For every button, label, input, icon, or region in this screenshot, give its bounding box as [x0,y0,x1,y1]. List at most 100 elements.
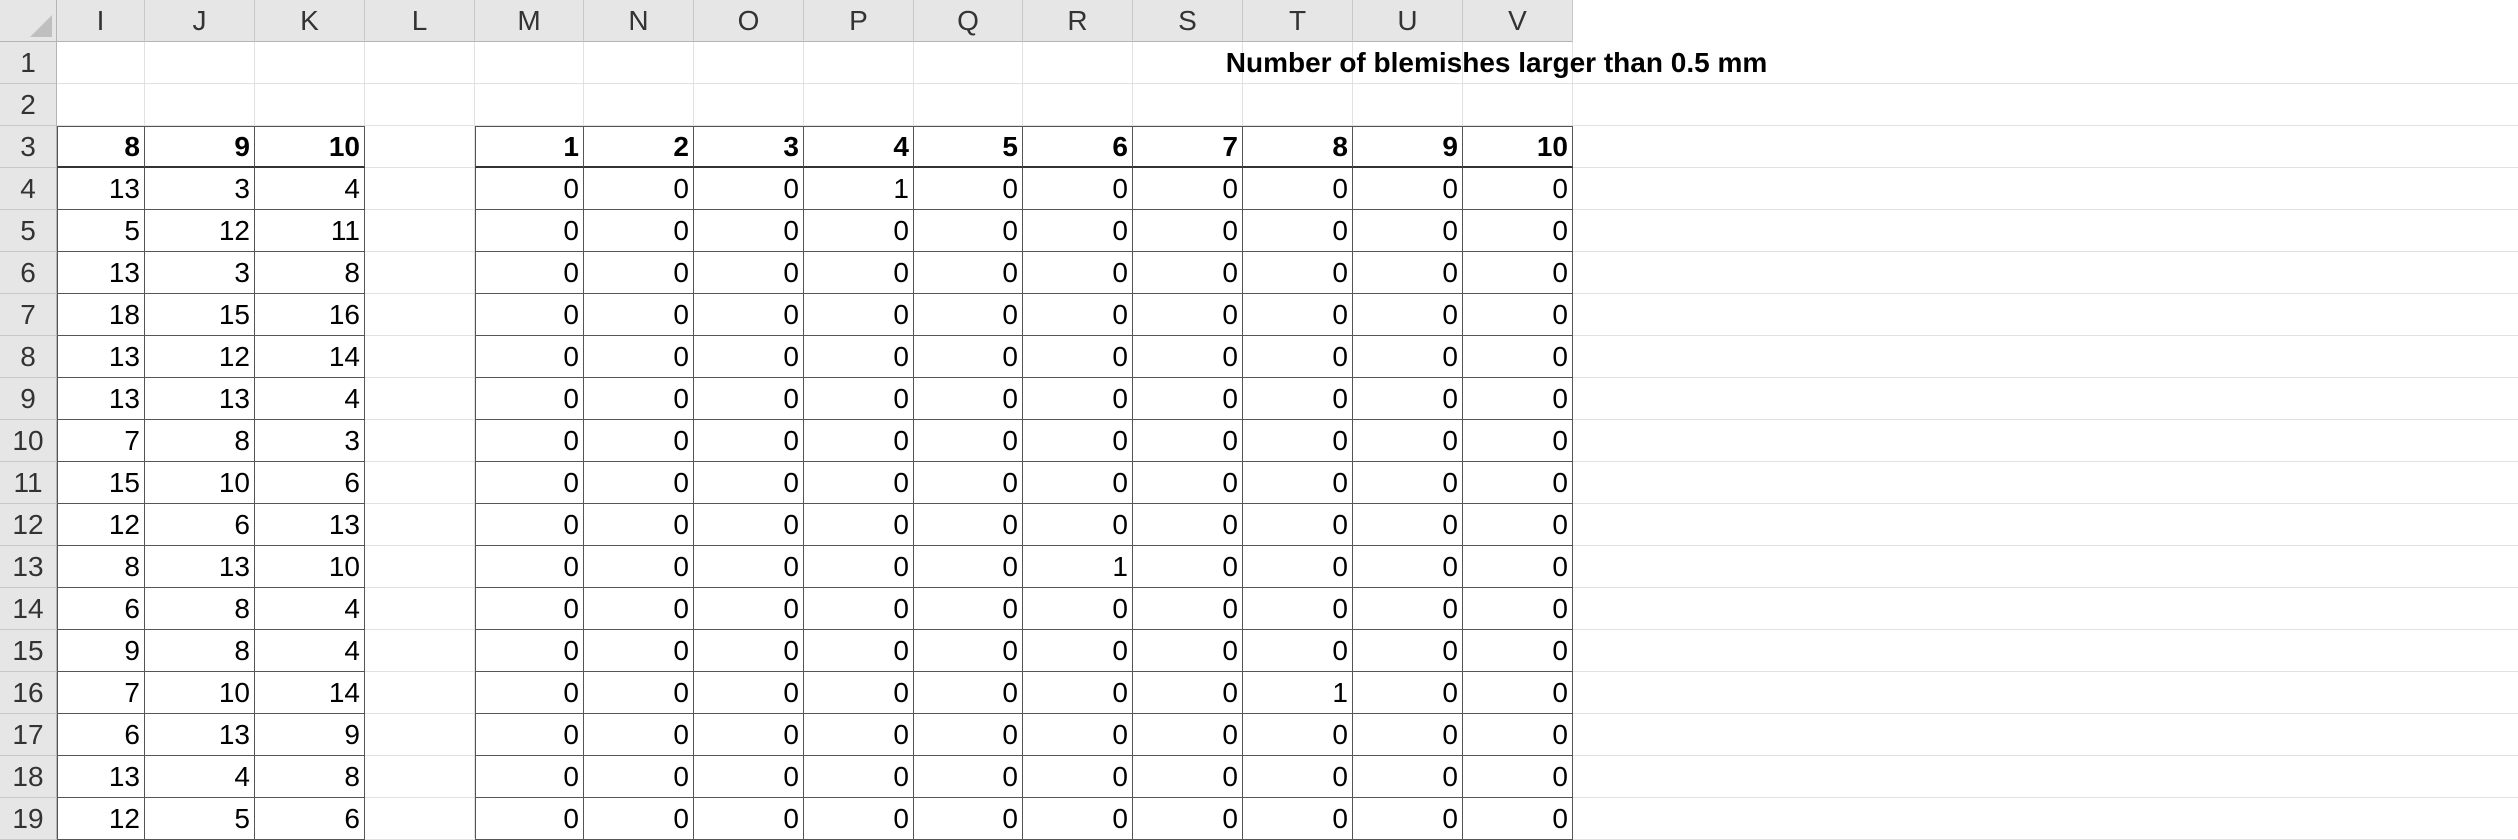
right_table-cell[interactable]: 0 [694,588,804,630]
left_table-cell[interactable]: 6 [255,798,365,840]
right_table-header-cell[interactable]: 5 [914,126,1023,168]
row-header-10[interactable]: 10 [0,420,57,462]
right_table-cell[interactable]: 0 [1353,462,1463,504]
right_table-cell[interactable]: 0 [804,672,914,714]
left_table-cell[interactable]: 4 [145,756,255,798]
row-header-12[interactable]: 12 [0,504,57,546]
right_table-cell[interactable]: 0 [1353,336,1463,378]
left_table-cell[interactable]: 13 [57,252,145,294]
right_table-cell[interactable]: 0 [1133,252,1243,294]
column-header-n[interactable]: N [584,0,694,42]
left_table-cell[interactable]: 18 [57,294,145,336]
right_table-cell[interactable]: 0 [584,294,694,336]
right_table-cell[interactable]: 0 [1133,546,1243,588]
right_table-cell[interactable]: 0 [914,630,1023,672]
select-all-corner[interactable] [0,0,57,42]
row-header-5[interactable]: 5 [0,210,57,252]
right_table-cell[interactable]: 0 [1463,756,1573,798]
right_table-cell[interactable]: 0 [804,294,914,336]
right_table-cell[interactable]: 0 [1133,378,1243,420]
left_table-cell[interactable]: 8 [57,546,145,588]
right_table-header-cell[interactable]: 6 [1023,126,1133,168]
right_table-cell[interactable]: 0 [1133,714,1243,756]
left_table-cell[interactable]: 9 [57,630,145,672]
right_table-cell[interactable]: 0 [1353,714,1463,756]
right_table-cell[interactable]: 0 [475,420,584,462]
right_table-cell[interactable]: 0 [694,420,804,462]
right_table-cell[interactable]: 0 [1463,504,1573,546]
right_table-cell[interactable]: 0 [475,756,584,798]
right_table-cell[interactable]: 0 [1353,294,1463,336]
right_table-cell[interactable]: 0 [475,630,584,672]
right_table-header-cell[interactable]: 1 [475,126,584,168]
right_table-cell[interactable]: 0 [1023,252,1133,294]
column-header-o[interactable]: O [694,0,804,42]
right_table-cell[interactable]: 0 [694,168,804,210]
right_table-cell[interactable]: 0 [1243,336,1353,378]
right_table-cell[interactable]: 0 [694,252,804,294]
right_table-cell[interactable]: 0 [1023,756,1133,798]
left_table-header-cell[interactable]: 8 [57,126,145,168]
row-header-9[interactable]: 9 [0,378,57,420]
right_table-cell[interactable]: 0 [1023,378,1133,420]
right_table-cell[interactable]: 0 [1463,168,1573,210]
right_table-cell[interactable]: 0 [475,504,584,546]
right_table-cell[interactable]: 0 [694,294,804,336]
right_table-cell[interactable]: 0 [804,504,914,546]
left_table-cell[interactable]: 8 [145,630,255,672]
left_table-cell[interactable]: 11 [255,210,365,252]
left_table-cell[interactable]: 4 [255,588,365,630]
right_table-cell[interactable]: 0 [1353,756,1463,798]
right_table-cell[interactable]: 0 [584,798,694,840]
left_table-cell[interactable]: 13 [57,756,145,798]
column-header-j[interactable]: J [145,0,255,42]
table-title[interactable]: Number of blemishes larger than 0.5 mm [475,42,2518,84]
right_table-cell[interactable]: 0 [1243,588,1353,630]
right_table-cell[interactable]: 0 [1133,336,1243,378]
row-header-6[interactable]: 6 [0,252,57,294]
right_table-cell[interactable]: 0 [804,252,914,294]
right_table-cell[interactable]: 0 [1463,252,1573,294]
row-header-11[interactable]: 11 [0,462,57,504]
right_table-cell[interactable]: 0 [914,588,1023,630]
right_table-cell[interactable]: 0 [1023,714,1133,756]
left_table-cell[interactable]: 5 [145,798,255,840]
right_table-cell[interactable]: 0 [475,168,584,210]
left_table-cell[interactable]: 6 [57,714,145,756]
right_table-cell[interactable]: 1 [1243,672,1353,714]
right_table-cell[interactable]: 0 [1463,630,1573,672]
left_table-cell[interactable]: 13 [57,336,145,378]
right_table-cell[interactable]: 0 [804,588,914,630]
right_table-cell[interactable]: 0 [475,546,584,588]
right_table-cell[interactable]: 0 [1463,462,1573,504]
row-header-4[interactable]: 4 [0,168,57,210]
left_table-cell[interactable]: 6 [255,462,365,504]
left_table-cell[interactable]: 13 [145,378,255,420]
right_table-cell[interactable]: 0 [1353,168,1463,210]
right_table-header-cell[interactable]: 9 [1353,126,1463,168]
left_table-cell[interactable]: 3 [145,252,255,294]
right_table-cell[interactable]: 0 [1243,630,1353,672]
right_table-cell[interactable]: 0 [1133,798,1243,840]
right_table-cell[interactable]: 0 [694,714,804,756]
left_table-cell[interactable]: 16 [255,294,365,336]
right_table-cell[interactable]: 0 [1463,798,1573,840]
left_table-cell[interactable]: 4 [255,378,365,420]
right_table-cell[interactable]: 0 [914,294,1023,336]
right_table-cell[interactable]: 0 [584,210,694,252]
right_table-cell[interactable]: 0 [804,546,914,588]
column-header-t[interactable]: T [1243,0,1353,42]
right_table-cell[interactable]: 0 [1243,462,1353,504]
right_table-cell[interactable]: 0 [1353,672,1463,714]
left_table-cell[interactable]: 12 [57,798,145,840]
right_table-cell[interactable]: 0 [1023,336,1133,378]
right_table-cell[interactable]: 0 [1133,504,1243,546]
right_table-cell[interactable]: 0 [1353,210,1463,252]
left_table-cell[interactable]: 13 [145,714,255,756]
right_table-cell[interactable]: 0 [804,210,914,252]
right_table-cell[interactable]: 0 [1353,504,1463,546]
right_table-cell[interactable]: 0 [1353,588,1463,630]
right_table-cell[interactable]: 0 [1023,672,1133,714]
right_table-cell[interactable]: 0 [1243,294,1353,336]
right_table-cell[interactable]: 0 [1463,336,1573,378]
